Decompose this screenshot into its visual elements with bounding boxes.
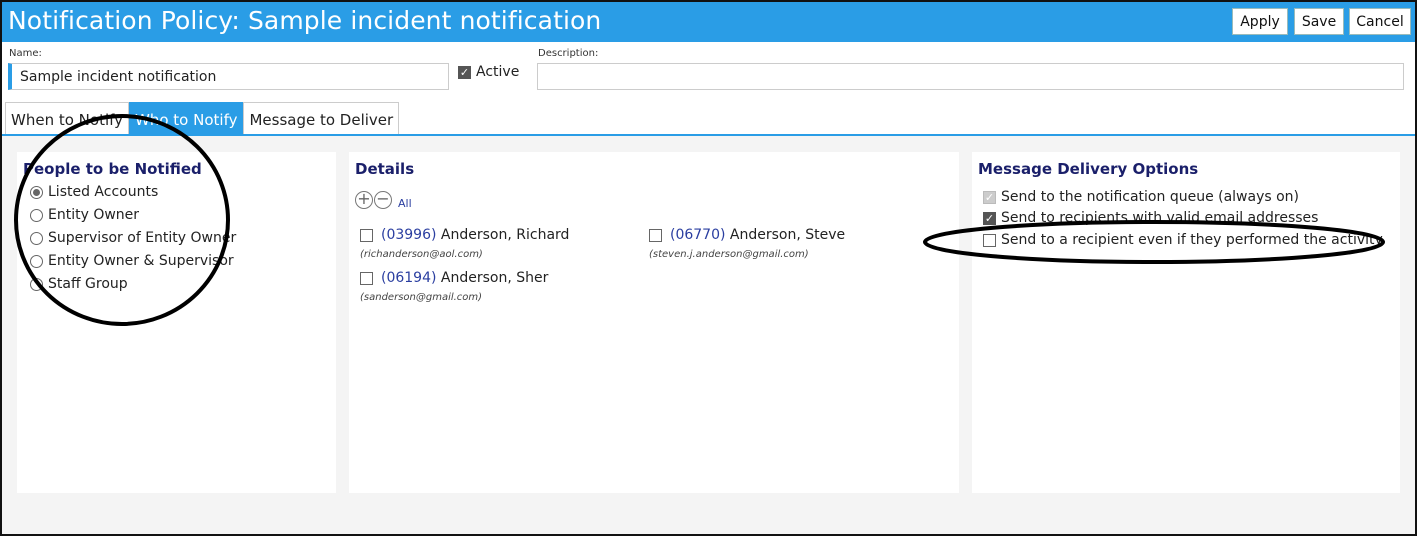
radio-staff-group[interactable]: Staff Group [30, 276, 128, 292]
tab-when-to-notify[interactable]: When to Notify [5, 102, 130, 134]
radio-icon [30, 277, 43, 291]
checkbox-disabled-checked-icon: ✓ [983, 190, 996, 204]
radio-label: Entity Owner [48, 207, 140, 223]
people-panel: People to be Notified Listed Accounts En… [17, 152, 336, 493]
list-item: (03996) Anderson, Richard (richanderson@… [360, 227, 569, 260]
checkbox-icon [649, 228, 662, 242]
details-panel: Details + − All (03996) Anderson, Richar… [349, 152, 959, 493]
option-label: Send to the notification queue (always o… [1001, 189, 1300, 205]
tab-who-to-notify[interactable]: Who to Notify [129, 102, 244, 134]
person-id[interactable]: (06194) [381, 270, 436, 286]
cancel-button[interactable]: Cancel [1349, 8, 1411, 35]
option-valid-email-recipients[interactable]: ✓ Send to recipients with valid email ad… [983, 210, 1318, 226]
apply-button[interactable]: Apply [1232, 8, 1288, 35]
radio-listed-accounts[interactable]: Listed Accounts [30, 184, 158, 200]
details-panel-title: Details [355, 160, 415, 178]
person-checkbox[interactable]: (06770) Anderson, Steve [649, 227, 845, 243]
page-title: Notification Policy: Sample incident not… [8, 6, 602, 35]
radio-icon [30, 231, 43, 245]
radio-label: Entity Owner & Supervisor [48, 253, 234, 269]
option-send-even-if-performed[interactable]: Send to a recipient even if they perform… [983, 232, 1383, 248]
radio-entity-owner-and-supervisor[interactable]: Entity Owner & Supervisor [30, 253, 234, 269]
delivery-panel-title: Message Delivery Options [978, 160, 1199, 178]
person-email: (steven.j.anderson@gmail.com) [649, 249, 809, 260]
person-name: Anderson, Steve [729, 227, 846, 243]
option-label: Send to a recipient even if they perform… [1001, 232, 1383, 248]
plus-circle-icon[interactable]: + [355, 191, 373, 209]
person-email: (richanderson@aol.com) [360, 249, 483, 260]
save-button[interactable]: Save [1294, 8, 1344, 35]
radio-icon [30, 254, 43, 268]
active-checkbox[interactable]: ✓ Active [458, 64, 519, 80]
person-id[interactable]: (03996) [381, 227, 436, 243]
option-label: Send to recipients with valid email addr… [1001, 210, 1319, 226]
delivery-options-panel: Message Delivery Options ✓ Send to the n… [972, 152, 1400, 493]
option-notification-queue: ✓ Send to the notification queue (always… [983, 189, 1299, 205]
app-window: Notification Policy: Sample incident not… [0, 0, 1417, 536]
people-panel-title: People to be Notified [23, 160, 202, 178]
active-label: Active [476, 64, 520, 80]
person-checkbox[interactable]: (03996) Anderson, Richard [360, 227, 569, 243]
person-email: (sanderson@gmail.com) [360, 292, 483, 303]
person-name: Anderson, Richard [440, 227, 570, 243]
radio-label: Staff Group [48, 276, 128, 292]
radio-supervisor-of-entity-owner[interactable]: Supervisor of Entity Owner [30, 230, 236, 246]
person-name: Anderson, Sher [440, 270, 549, 286]
name-label: Name: [9, 48, 42, 59]
description-input[interactable] [537, 63, 1404, 90]
radio-label: Supervisor of Entity Owner [48, 230, 237, 246]
list-item: (06194) Anderson, Sher (sanderson@gmail.… [360, 270, 548, 303]
checkbox-icon [360, 228, 373, 242]
tab-message-to-deliver[interactable]: Message to Deliver [243, 102, 400, 134]
name-input[interactable] [8, 63, 449, 90]
description-label: Description: [538, 48, 599, 59]
checkbox-icon [360, 271, 373, 285]
person-checkbox[interactable]: (06194) Anderson, Sher [360, 270, 548, 286]
active-check-icon: ✓ [458, 65, 471, 79]
list-item: (06770) Anderson, Steve (steven.j.anders… [649, 227, 845, 260]
tab-bar: When to Notify Who to Notify Message to … [5, 102, 400, 134]
radio-entity-owner[interactable]: Entity Owner [30, 207, 139, 223]
select-all-link[interactable]: All [398, 197, 412, 210]
title-bar: Notification Policy: Sample incident not… [2, 2, 1415, 42]
checkbox-icon [983, 233, 996, 247]
radio-selected-icon [30, 185, 43, 199]
expand-collapse-controls: + − [355, 191, 392, 209]
minus-circle-icon[interactable]: − [374, 191, 392, 209]
checkbox-checked-icon: ✓ [983, 211, 996, 225]
person-id[interactable]: (06770) [670, 227, 725, 243]
radio-icon [30, 208, 43, 222]
radio-label: Listed Accounts [48, 184, 159, 200]
